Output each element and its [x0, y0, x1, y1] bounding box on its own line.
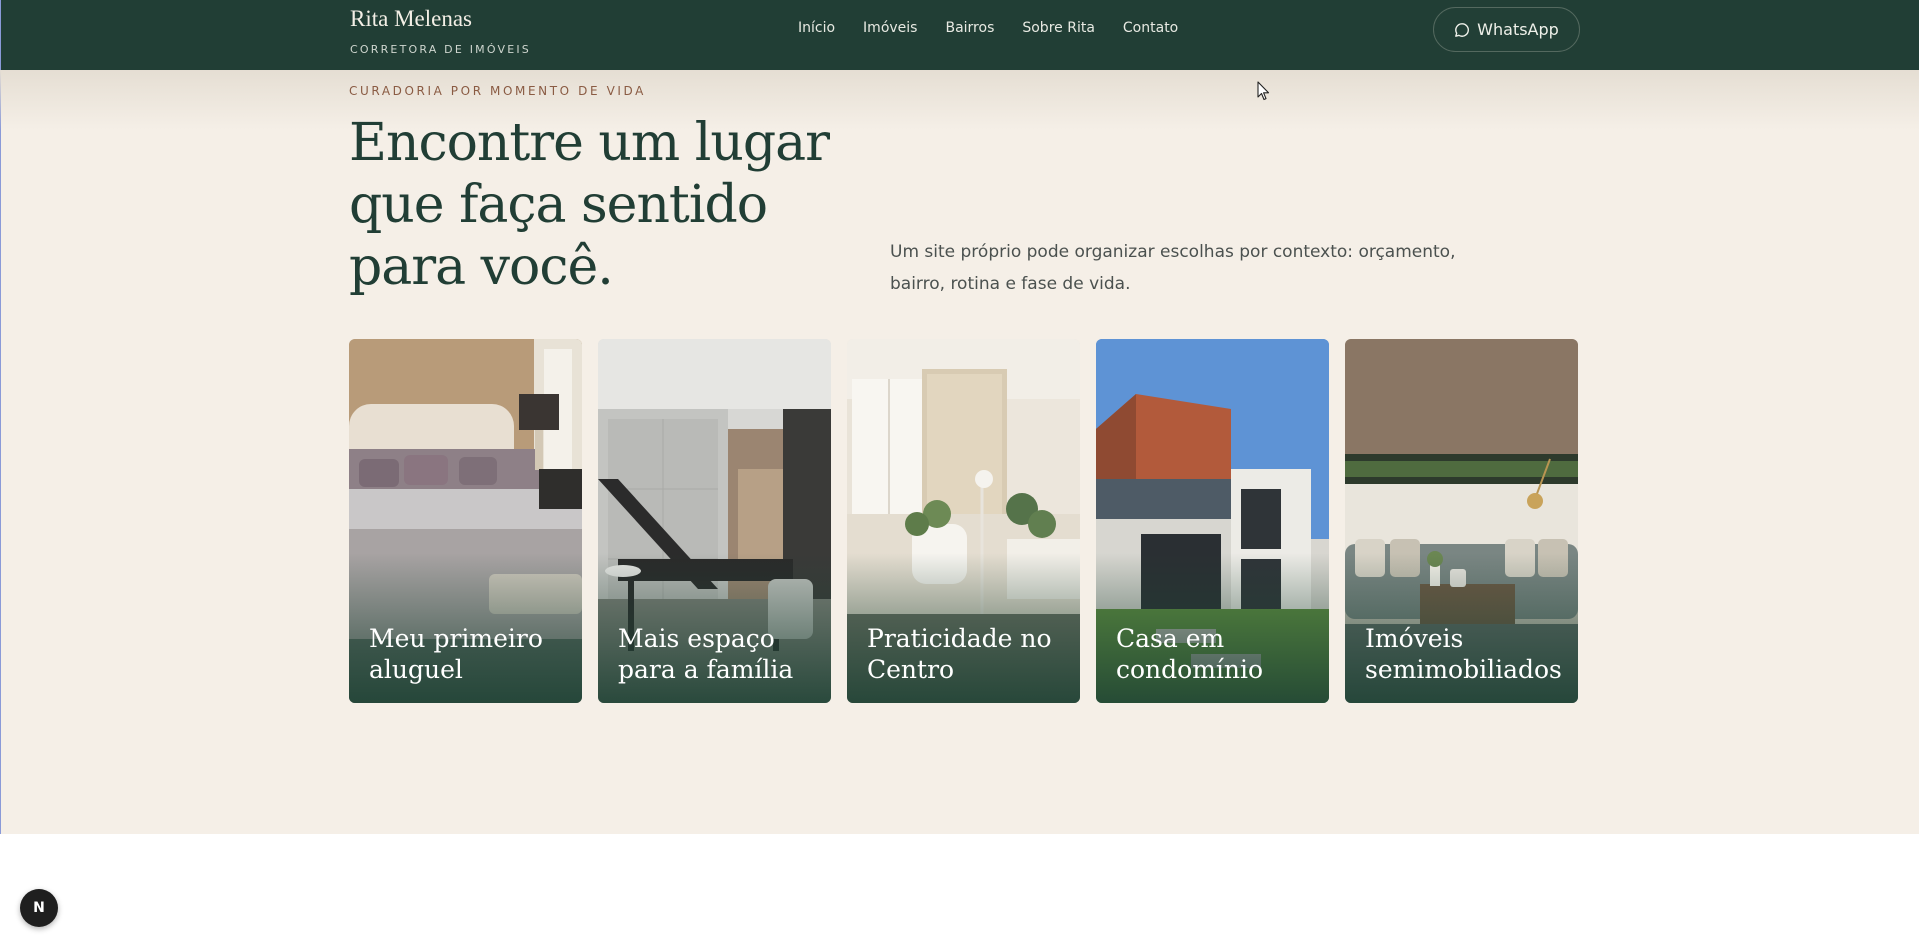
card-title: Casa em condomínio: [1116, 624, 1264, 684]
chat-bubble-icon: [1455, 22, 1470, 37]
hero-headline: Encontre um lugar que faça sentido para …: [349, 113, 830, 297]
nav-inicio[interactable]: Início: [798, 20, 835, 36]
nav-sobre-rita[interactable]: Sobre Rita: [1022, 20, 1095, 36]
whatsapp-label: WhatsApp: [1477, 20, 1559, 39]
card-primeiro-aluguel[interactable]: Meu primeiro aluguel: [349, 339, 582, 703]
card-espaco-familia[interactable]: Mais espaço para a família: [598, 339, 831, 703]
hero-lead: Um site próprio pode organizar escolhas …: [890, 242, 1456, 294]
main-nav: Início Imóveis Bairros Sobre Rita Contat…: [798, 20, 1206, 36]
whatsapp-button[interactable]: WhatsApp: [1433, 7, 1580, 52]
brand-name[interactable]: Rita Melenas: [350, 6, 531, 32]
nav-imoveis[interactable]: Imóveis: [863, 20, 917, 36]
card-title: Meu primeiro aluguel: [369, 624, 543, 684]
card-title: Imóveis semimobiliados: [1365, 624, 1562, 684]
site-header: Rita Melenas CORRETORA DE IMÓVEIS Início…: [0, 0, 1919, 70]
mouse-pointer-icon: [1257, 81, 1270, 101]
nav-bairros[interactable]: Bairros: [945, 20, 994, 36]
brand[interactable]: Rita Melenas CORRETORA DE IMÓVEIS: [350, 6, 531, 56]
card-title: Praticidade no Centro: [867, 624, 1052, 684]
next-logo-icon[interactable]: N: [20, 889, 58, 927]
card-casa-condominio[interactable]: Casa em condomínio: [1096, 339, 1329, 703]
nav-contato[interactable]: Contato: [1123, 20, 1178, 36]
card-semimobiliados[interactable]: Imóveis semimobiliados: [1345, 339, 1578, 703]
card-praticidade-centro[interactable]: Praticidade no Centro: [847, 339, 1080, 703]
brand-subtitle: CORRETORA DE IMÓVEIS: [350, 43, 531, 56]
card-title: Mais espaço para a família: [618, 624, 794, 684]
hero-eyebrow: CURADORIA POR MOMENTO DE VIDA: [349, 84, 646, 98]
life-moment-cards: Meu primeiro aluguel Mais espaço para a …: [349, 339, 1594, 703]
